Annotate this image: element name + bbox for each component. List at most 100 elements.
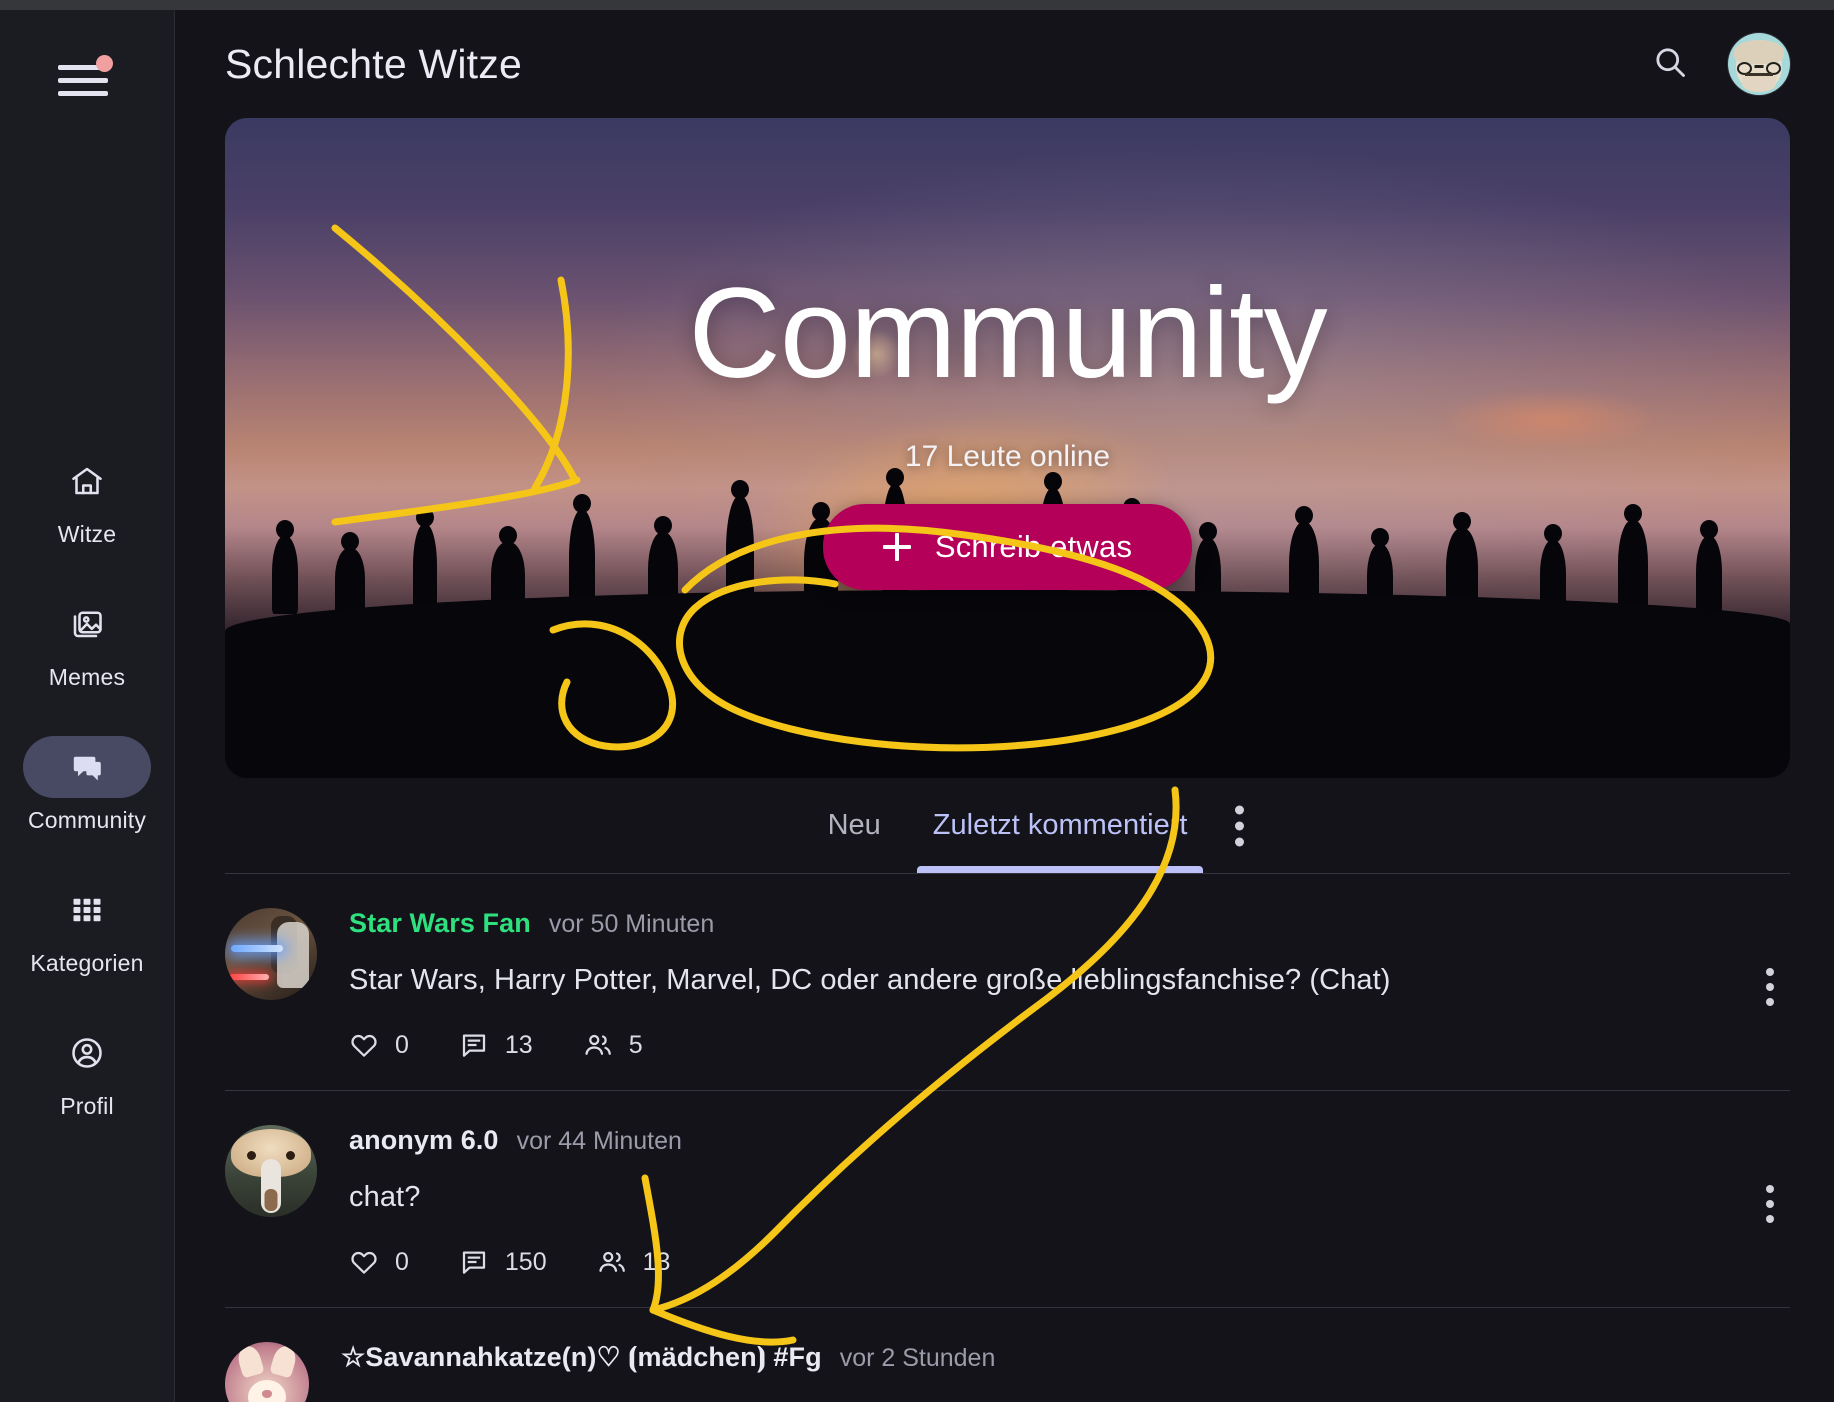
app-shell: Witze Memes Community Kategorien Profil … [0, 10, 1834, 1402]
post-header: ☆Savannahkatze(n)♡ ⦗mädchen⦘ #Fg vor 2 S… [341, 1342, 1790, 1374]
avatar[interactable] [1728, 33, 1790, 95]
write-post-button[interactable]: Schreib etwas [822, 504, 1193, 590]
sidebar-item-community[interactable]: Community [0, 731, 174, 834]
hamburger-bar [58, 78, 108, 83]
post-feed: Star Wars Fan vor 50 Minuten Star Wars, … [225, 874, 1790, 1402]
post-avatar[interactable] [225, 908, 317, 1000]
post-options-button[interactable] [1756, 1177, 1784, 1231]
heart-icon [349, 1030, 379, 1060]
hero-banner: Community 17 Leute online Schreib etwas [225, 118, 1790, 778]
account-icon [69, 1035, 105, 1071]
feed-tabs: Neu Zuletzt kommentiert [225, 778, 1790, 874]
people-stat[interactable]: 13 [597, 1247, 671, 1277]
heart-icon [349, 1247, 379, 1277]
sidebar-item-label: Kategorien [30, 950, 144, 976]
comment-count: 13 [504, 1030, 533, 1059]
post-timestamp: vor 2 Stunden [839, 1344, 996, 1373]
avatar-art-alpaca [225, 1125, 317, 1218]
comment-count: 150 [504, 1247, 547, 1276]
browser-chrome-strip [0, 0, 1834, 10]
tab-label: Neu [827, 809, 881, 841]
avatar-glasses-bridge [1754, 65, 1764, 68]
post-options-button[interactable] [1756, 960, 1784, 1014]
post-author[interactable]: ☆Savannahkatze(n)♡ ⦗mädchen⦘ #Fg [341, 1342, 822, 1374]
sidebar-item-label: Community [27, 807, 147, 833]
post-item[interactable]: ☆Savannahkatze(n)♡ ⦗mädchen⦘ #Fg vor 2 S… [225, 1308, 1790, 1402]
hamburger-menu-icon[interactable] [58, 55, 113, 96]
sidebar-item-memes[interactable]: Memes [0, 588, 174, 691]
post-text: chat? [349, 1181, 421, 1214]
people-stat[interactable]: 5 [583, 1030, 643, 1060]
hero-content: Community 17 Leute online Schreib etwas [225, 118, 1790, 778]
sidebar-nav: Witze Memes Community Kategorien Profil [0, 445, 174, 1160]
post-timestamp: vor 50 Minuten [548, 910, 715, 938]
sidebar-item-pill [23, 593, 151, 655]
like-count: 0 [395, 1247, 409, 1276]
sidebar-item-pill [23, 736, 151, 798]
avatar-art-cat [225, 1342, 309, 1402]
post-body: ☆Savannahkatze(n)♡ ⦗mädchen⦘ #Fg vor 2 S… [341, 1342, 1790, 1402]
hero-title: Community [688, 262, 1327, 405]
post-header: Star Wars Fan vor 50 Minuten [349, 908, 1790, 939]
feed-options-button[interactable] [1225, 797, 1254, 854]
post-text: Star Wars, Harry Potter, Marvel, DC oder… [349, 964, 1391, 996]
plus-icon [882, 533, 911, 561]
people-count: 5 [628, 1030, 643, 1059]
comment-stat[interactable]: 150 [459, 1247, 547, 1277]
tab-neu[interactable]: Neu [802, 778, 907, 873]
notification-dot [96, 55, 113, 72]
post-timestamp: vor 44 Minuten [516, 1127, 682, 1156]
people-icon [583, 1030, 613, 1060]
avatar-beard [1742, 76, 1776, 92]
sidebar-item-profil[interactable]: Profil [0, 1017, 174, 1120]
home-icon [69, 463, 105, 499]
tab-label: Zuletzt kommentiert [932, 809, 1188, 841]
post-stats: 0 150 13 [349, 1247, 1790, 1277]
sidebar: Witze Memes Community Kategorien Profil [0, 10, 175, 1402]
write-post-label: Schreib etwas [934, 529, 1133, 564]
like-count: 0 [395, 1030, 409, 1059]
people-icon [597, 1247, 627, 1277]
post-body: Star Wars Fan vor 50 Minuten Star Wars, … [349, 908, 1790, 1060]
comment-icon [459, 1030, 489, 1060]
post-author[interactable]: anonym 6.0 [349, 1125, 499, 1156]
post-author[interactable]: Star Wars Fan [349, 908, 531, 939]
more-vertical-icon [1766, 1185, 1774, 1224]
avatar-art-star-wars [225, 908, 317, 1000]
hamburger-bar [58, 91, 108, 96]
grid-icon [69, 892, 105, 928]
tab-list: Neu Zuletzt kommentiert [802, 778, 1214, 873]
main-content: Schlechte Witze Community 17 Leute onlin… [175, 10, 1834, 1402]
sidebar-item-pill [23, 879, 151, 941]
avatar-hair [1734, 40, 1784, 65]
online-count-label: 17 Leute online [904, 440, 1111, 473]
app-header: Schlechte Witze [175, 10, 1834, 118]
post-stats: 0 13 5 [349, 1030, 1790, 1060]
sidebar-item-kategorien[interactable]: Kategorien [0, 874, 174, 977]
post-body: anonym 6.0 vor 44 Minuten chat? 0 150 13 [349, 1125, 1790, 1277]
post-header: anonym 6.0 vor 44 Minuten [349, 1125, 1790, 1156]
sidebar-item-pill [23, 450, 151, 512]
search-icon [1652, 44, 1688, 85]
like-stat[interactable]: 0 [349, 1030, 409, 1060]
post-avatar[interactable] [225, 1125, 317, 1218]
sidebar-item-pill [23, 1022, 151, 1084]
sidebar-item-label: Memes [48, 664, 126, 690]
image-icon [69, 606, 105, 642]
more-vertical-icon [1235, 805, 1244, 846]
more-vertical-icon [1766, 968, 1774, 1006]
comment-icon [459, 1247, 489, 1277]
tab-zuletzt-kommentiert[interactable]: Zuletzt kommentiert [907, 778, 1214, 873]
page-title: Schlechte Witze [225, 40, 522, 87]
search-button[interactable] [1642, 36, 1698, 92]
sidebar-item-label: Witze [57, 521, 117, 547]
post-item[interactable]: Star Wars Fan vor 50 Minuten Star Wars, … [225, 874, 1790, 1092]
chat-icon [69, 749, 105, 785]
comment-stat[interactable]: 13 [459, 1030, 533, 1060]
post-avatar[interactable] [225, 1342, 309, 1402]
post-item[interactable]: anonym 6.0 vor 44 Minuten chat? 0 150 13 [225, 1091, 1790, 1309]
sidebar-item-label: Profil [60, 1093, 114, 1119]
like-stat[interactable]: 0 [349, 1247, 409, 1277]
people-count: 13 [642, 1247, 671, 1276]
sidebar-item-witze[interactable]: Witze [0, 445, 174, 548]
